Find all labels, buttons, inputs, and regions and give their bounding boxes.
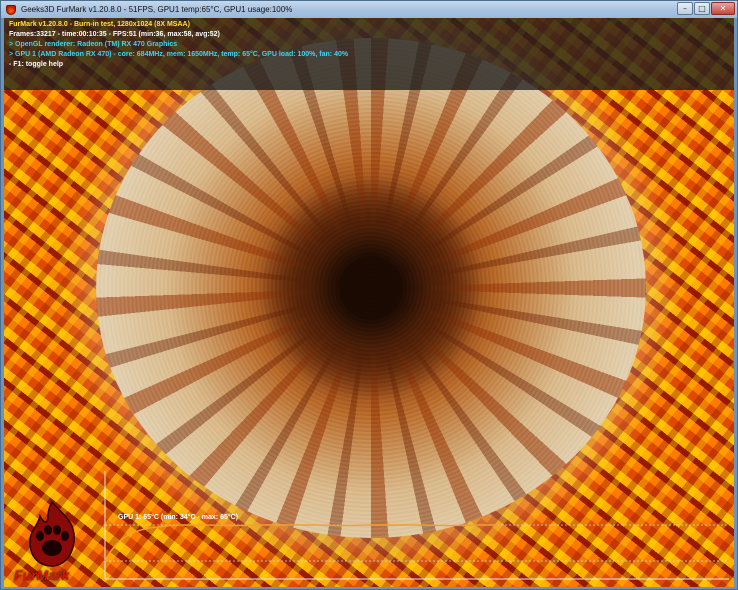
temperature-series-line: [104, 524, 498, 562]
hud-help-line: - F1: toggle help: [9, 61, 64, 68]
furmark-logo: FurMark: [6, 496, 98, 584]
fur-texture-overlay: [96, 38, 646, 538]
hud-gpu-line: > GPU 1 (AMD Radeon RX 470) - core: 684M…: [9, 51, 349, 58]
temperature-graph: GPU 1: 65°C (min: 34°C - max: 65°C): [102, 469, 729, 583]
temperature-graph-plot: [104, 471, 729, 580]
maximize-button[interactable]: □: [694, 2, 710, 15]
window-controls: – □ ✕: [677, 2, 735, 15]
temperature-graph-label: GPU 1: 65°C (min: 34°C - max: 65°C): [118, 514, 239, 521]
title-bar[interactable]: Geeks3D FurMark v1.20.8.0 - 51FPS, GPU1 …: [1, 1, 737, 18]
furmark-window: Geeks3D FurMark v1.20.8.0 - 51FPS, GPU1 …: [0, 0, 738, 590]
window-title: Geeks3D FurMark v1.20.8.0 - 51FPS, GPU1 …: [21, 5, 293, 14]
furmark-app-icon[interactable]: [6, 4, 16, 15]
minimize-button[interactable]: –: [677, 2, 693, 15]
hud-overlay: FurMark v1.20.8.0 - Burn-in test, 1280x1…: [4, 18, 734, 90]
close-button[interactable]: ✕: [711, 2, 735, 15]
furmark-logo-text: FurMark: [14, 567, 70, 583]
hud-frames-line: Frames:33217 - time:00:10:35 - FPS:51 (m…: [9, 31, 220, 38]
hud-title-line: FurMark v1.20.8.0 - Burn-in test, 1280x1…: [9, 21, 190, 28]
render-viewport[interactable]: FurMark v1.20.8.0 - Burn-in test, 1280x1…: [4, 18, 734, 587]
hud-renderer-line: > OpenGL renderer: Radeon (TM) RX 470 Gr…: [9, 41, 178, 48]
